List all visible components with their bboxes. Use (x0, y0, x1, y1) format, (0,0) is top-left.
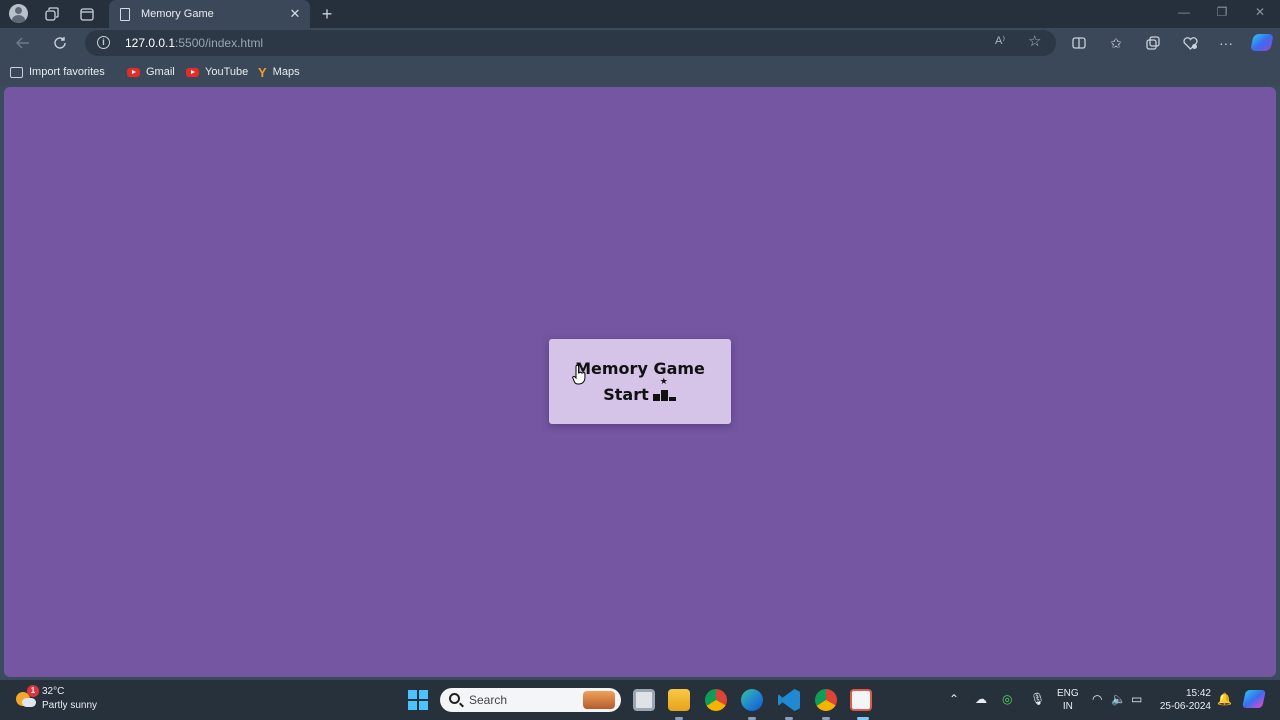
favorite-youtube[interactable]: YouTube (186, 64, 248, 80)
weather-badge: 1 (27, 685, 39, 697)
favorites-icon[interactable]: ✩ (1105, 33, 1127, 53)
import-icon (10, 66, 23, 78)
tab-memory-game[interactable]: Memory Game ✕ (109, 0, 310, 28)
favorite-gmail[interactable]: Gmail (127, 64, 175, 80)
show-hidden-icons-icon[interactable]: ⌃ (949, 692, 959, 706)
chrome-profile-icon[interactable] (815, 689, 837, 711)
system-clock[interactable]: 15:42 25-06-2024 (1159, 687, 1211, 713)
youtube-logo-icon (186, 67, 199, 77)
notification-bell-icon[interactable]: 🔔 (1217, 692, 1232, 706)
close-window-icon[interactable]: ✕ (1250, 5, 1270, 19)
windows-taskbar: 1 32°C Partly sunny Search ⌃ ☁ ◎ 🎙 ENG I… (0, 680, 1280, 720)
file-explorer-icon[interactable] (668, 689, 690, 711)
microphone-icon[interactable]: 🎙 (1030, 692, 1045, 706)
start-row: Start ★ (603, 377, 677, 408)
battery-icon[interactable]: ▭ (1131, 692, 1142, 706)
url-host: 127.0.0.1 (125, 36, 176, 50)
split-screen-icon[interactable] (1068, 33, 1090, 53)
snipping-tool-icon[interactable] (850, 689, 872, 711)
read-aloud-icon[interactable]: A⁾ (995, 34, 1005, 47)
task-view-icon[interactable] (633, 689, 655, 711)
clock-time: 15:42 (1185, 688, 1211, 699)
browser-essentials-icon[interactable] (1179, 33, 1201, 53)
favorite-star-icon[interactable]: ☆ (1028, 32, 1041, 50)
copilot-taskbar-icon[interactable] (1242, 690, 1266, 708)
page-viewport: Memory Game Start ★ (4, 87, 1276, 677)
search-highlight-image (583, 691, 615, 709)
youtube-logo-icon (127, 67, 140, 77)
url-text[interactable]: 127.0.0.1:5500/index.html (125, 36, 263, 50)
new-tab-button[interactable]: + (316, 4, 338, 24)
vscode-icon[interactable] (778, 689, 800, 711)
game-title: Memory Game (575, 358, 705, 378)
clock-date: 25-06-2024 (1159, 701, 1211, 712)
language-indicator[interactable]: ENG IN (1057, 687, 1079, 713)
favorite-label: Gmail (146, 66, 175, 78)
browser-toolbar: i 127.0.0.1:5500/index.html A⁾ ☆ ✩ ··· (0, 28, 1280, 58)
wifi-icon[interactable]: ◠ (1092, 692, 1102, 706)
chrome-icon[interactable] (705, 689, 727, 711)
profile-avatar-icon[interactable] (9, 4, 28, 23)
address-bar[interactable]: i 127.0.0.1:5500/index.html A⁾ ☆ (85, 30, 1056, 56)
language-region: IN (1062, 701, 1073, 712)
favorite-import[interactable]: Import favorites (10, 64, 105, 80)
copilot-icon[interactable] (1250, 34, 1274, 51)
hand-cursor-icon (572, 365, 586, 385)
more-options-icon[interactable]: ··· (1215, 33, 1237, 53)
start-label: Start (603, 384, 649, 404)
favorites-bar: Import favorites Gmail YouTube Y Maps (0, 58, 1280, 86)
language-code: ENG (1057, 688, 1079, 699)
taskbar-search[interactable]: Search (440, 688, 621, 712)
favorite-maps[interactable]: Y Maps (258, 64, 300, 80)
tab-title: Memory Game (141, 8, 214, 20)
onedrive-icon[interactable]: ☁ (975, 692, 987, 706)
site-info-icon[interactable]: i (97, 36, 110, 49)
browser-title-bar: Memory Game ✕ + — ❐ ✕ (0, 0, 1280, 28)
weather-condition[interactable]: Partly sunny (42, 700, 97, 711)
favorite-label: Import favorites (29, 66, 105, 78)
minimize-icon[interactable]: — (1174, 5, 1194, 19)
refresh-icon[interactable] (49, 33, 71, 53)
search-placeholder: Search (469, 693, 508, 707)
maximize-icon[interactable]: ❐ (1212, 5, 1232, 19)
back-arrow-icon[interactable] (12, 33, 34, 53)
maps-icon: Y (258, 64, 267, 80)
favorite-label: Maps (272, 66, 300, 78)
favorite-label: YouTube (205, 66, 249, 78)
edge-icon[interactable] (741, 689, 763, 711)
windows-start-icon[interactable] (408, 690, 428, 710)
tab-actions-icon[interactable] (76, 4, 98, 24)
podium-icon: ★ (652, 377, 677, 401)
sync-icon[interactable]: ◎ (1002, 692, 1012, 706)
volume-icon[interactable]: 🔈 (1111, 692, 1126, 706)
weather-temperature[interactable]: 32°C (42, 686, 64, 697)
close-tab-icon[interactable]: ✕ (289, 6, 301, 22)
page-document-icon (120, 7, 130, 21)
search-icon (449, 693, 460, 704)
collections-icon[interactable] (1142, 33, 1164, 53)
workspaces-icon[interactable] (41, 4, 63, 24)
url-path: :5500/index.html (175, 36, 264, 50)
